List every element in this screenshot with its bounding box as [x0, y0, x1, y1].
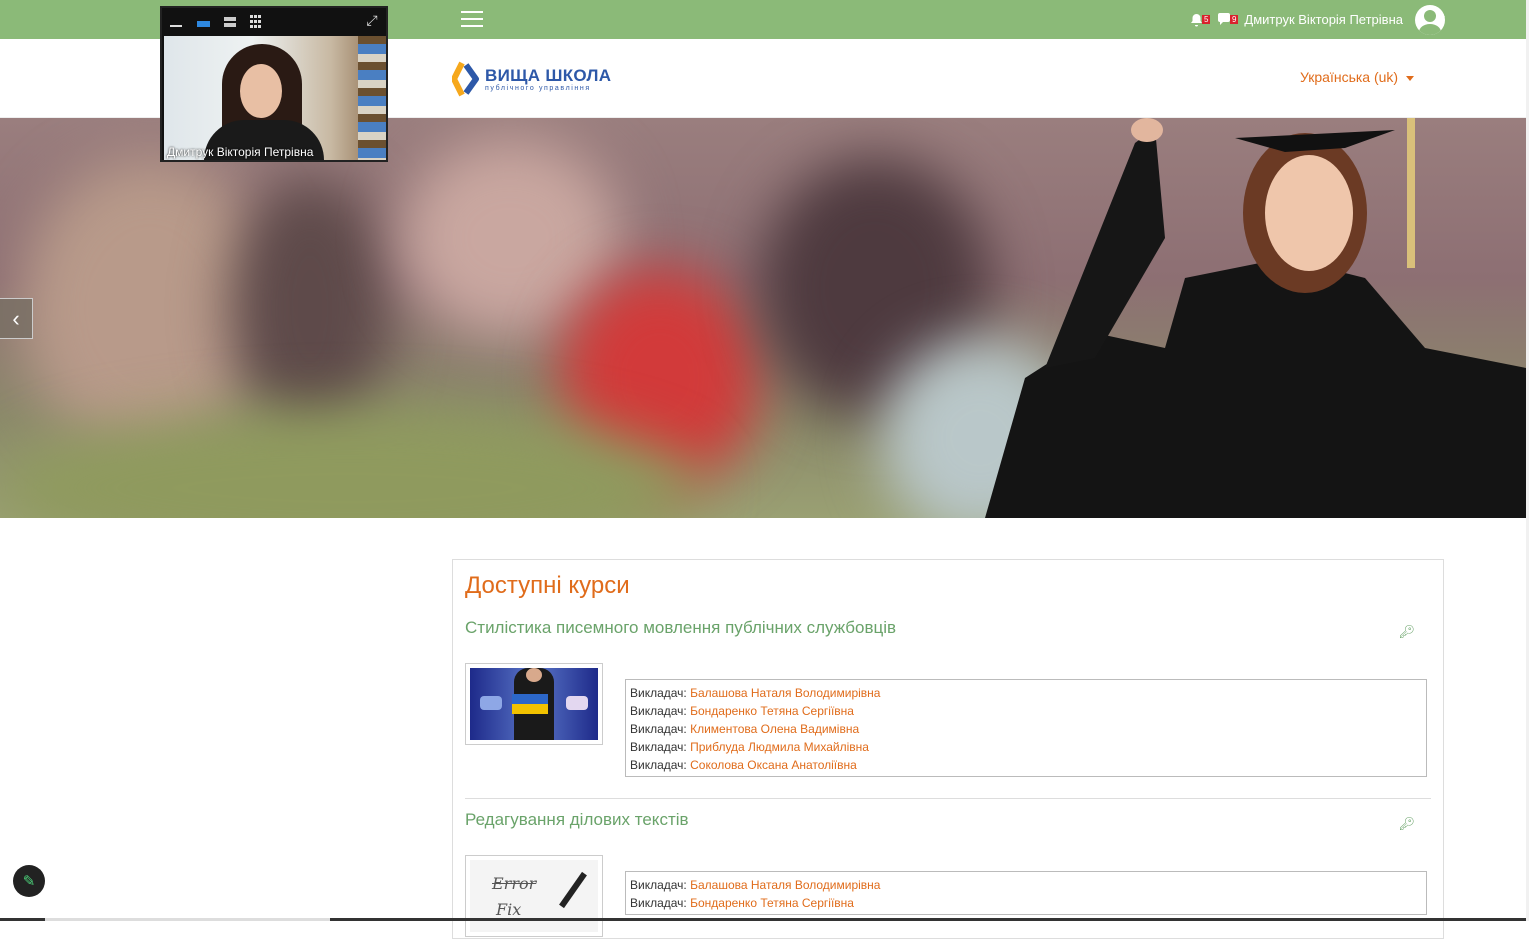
course-thumbnail[interactable] [465, 663, 603, 745]
available-courses-block: Доступні курси Стилістика писемного мовл… [452, 559, 1444, 939]
split-view-icon[interactable] [223, 16, 237, 28]
menu-toggle-icon[interactable] [461, 11, 483, 29]
notifications-button[interactable]: 5 [1186, 10, 1211, 30]
teacher-link[interactable]: Приблуда Людмила Михайлівна [690, 740, 869, 754]
chevron-down-icon [1406, 75, 1415, 81]
hero-slider [0, 118, 1526, 518]
messages-button[interactable]: 9 [1214, 10, 1239, 30]
grid-view-icon[interactable] [250, 14, 264, 28]
language-selector[interactable]: Українська (uk) [1300, 69, 1415, 85]
user-menu-caret-icon[interactable] [1439, 16, 1445, 20]
user-name[interactable]: Дмитрук Вікторія Петрівна [1244, 12, 1403, 27]
video-toolbar: ⤢ [162, 8, 386, 35]
video-call-window[interactable]: ⤢ Дмитрук Вікторія Петрівна [160, 6, 388, 162]
teacher-row: Викладач: Балашова Наталя Володимирівна [630, 878, 881, 892]
edit-button[interactable]: ✎ [13, 865, 45, 897]
logo-mark-icon [452, 61, 479, 97]
teacher-link[interactable]: Соколова Оксана Анатоліївна [690, 758, 857, 772]
course-link[interactable]: Стилістика писемного мовлення публічних … [465, 618, 1431, 638]
graduate-illustration [985, 118, 1526, 518]
logo-title: ВИЩА ШКОЛА [485, 66, 612, 85]
thumb-error-text: Error [492, 874, 537, 893]
minimize-icon[interactable] [169, 16, 183, 28]
pencil-icon: ✎ [22, 873, 36, 890]
course-divider [465, 798, 1431, 799]
participant-name: Дмитрук Вікторія Петрівна [167, 145, 314, 159]
teacher-row: Викладач: Бондаренко Тетяна Сергіївна [630, 704, 854, 718]
teacher-row: Викладач: Бондаренко Тетяна Сергіївна [630, 896, 854, 910]
enrol-key-icon: 🔑︎ [1398, 624, 1415, 639]
teacher-link[interactable]: Балашова Наталя Володимирівна [690, 686, 880, 700]
teacher-link[interactable]: Балашова Наталя Володимирівна [690, 878, 880, 892]
course-item: Стилістика писемного мовлення публічних … [465, 618, 1431, 777]
language-label: Українська (uk) [1300, 69, 1399, 85]
logo-subtitle: публічного управління [485, 85, 591, 92]
user-menu-area: 5 9 Дмитрук Вікторія Петрівна [1186, 0, 1445, 39]
hero-bg-blob [230, 178, 390, 438]
site-logo[interactable]: ВИЩА ШКОЛА публічного управління [452, 59, 611, 99]
expand-icon[interactable]: ⤢ [364, 13, 380, 29]
messages-badge: 9 [1229, 14, 1239, 24]
slider-prev-button[interactable]: ‹ [0, 298, 33, 339]
section-title: Доступні курси [465, 572, 630, 599]
teacher-row: Викладач: Балашова Наталя Володимирівна [630, 686, 881, 700]
course-item: Редагування ділових текстів 🔑︎ Error Fix… [465, 810, 1431, 937]
video-feed: Дмитрук Вікторія Петрівна [164, 36, 386, 160]
thumb-fix-text: Fix [496, 900, 522, 919]
teacher-row: Викладач: Соколова Оксана Анатоліївна [630, 758, 857, 772]
enrol-key-icon: 🔑︎ [1398, 816, 1415, 831]
participant-face [240, 64, 282, 118]
single-view-icon[interactable] [196, 16, 210, 28]
teacher-row: Викладач: Приблуда Людмила Михайлівна [630, 740, 869, 754]
teacher-row: Викладач: Климентова Олена Вадимівна [630, 722, 860, 736]
bell-icon [1190, 13, 1202, 26]
course-link[interactable]: Редагування ділових текстів [465, 810, 1431, 830]
chevron-left-icon: ‹ [12, 305, 20, 331]
teacher-link[interactable]: Бондаренко Тетяна Сергіївна [690, 704, 854, 718]
course-teachers: Викладач: Балашова Наталя Володимирівна … [625, 679, 1427, 777]
teacher-link[interactable]: Климентова Олена Вадимівна [690, 722, 859, 736]
bookshelf-image [358, 36, 386, 160]
course-thumbnail[interactable]: Error Fix [465, 855, 603, 937]
course-teachers: Викладач: Балашова Наталя Володимирівна … [625, 871, 1427, 915]
notifications-badge: 5 [1201, 14, 1211, 24]
teacher-link[interactable]: Бондаренко Тетяна Сергіївна [690, 896, 854, 910]
